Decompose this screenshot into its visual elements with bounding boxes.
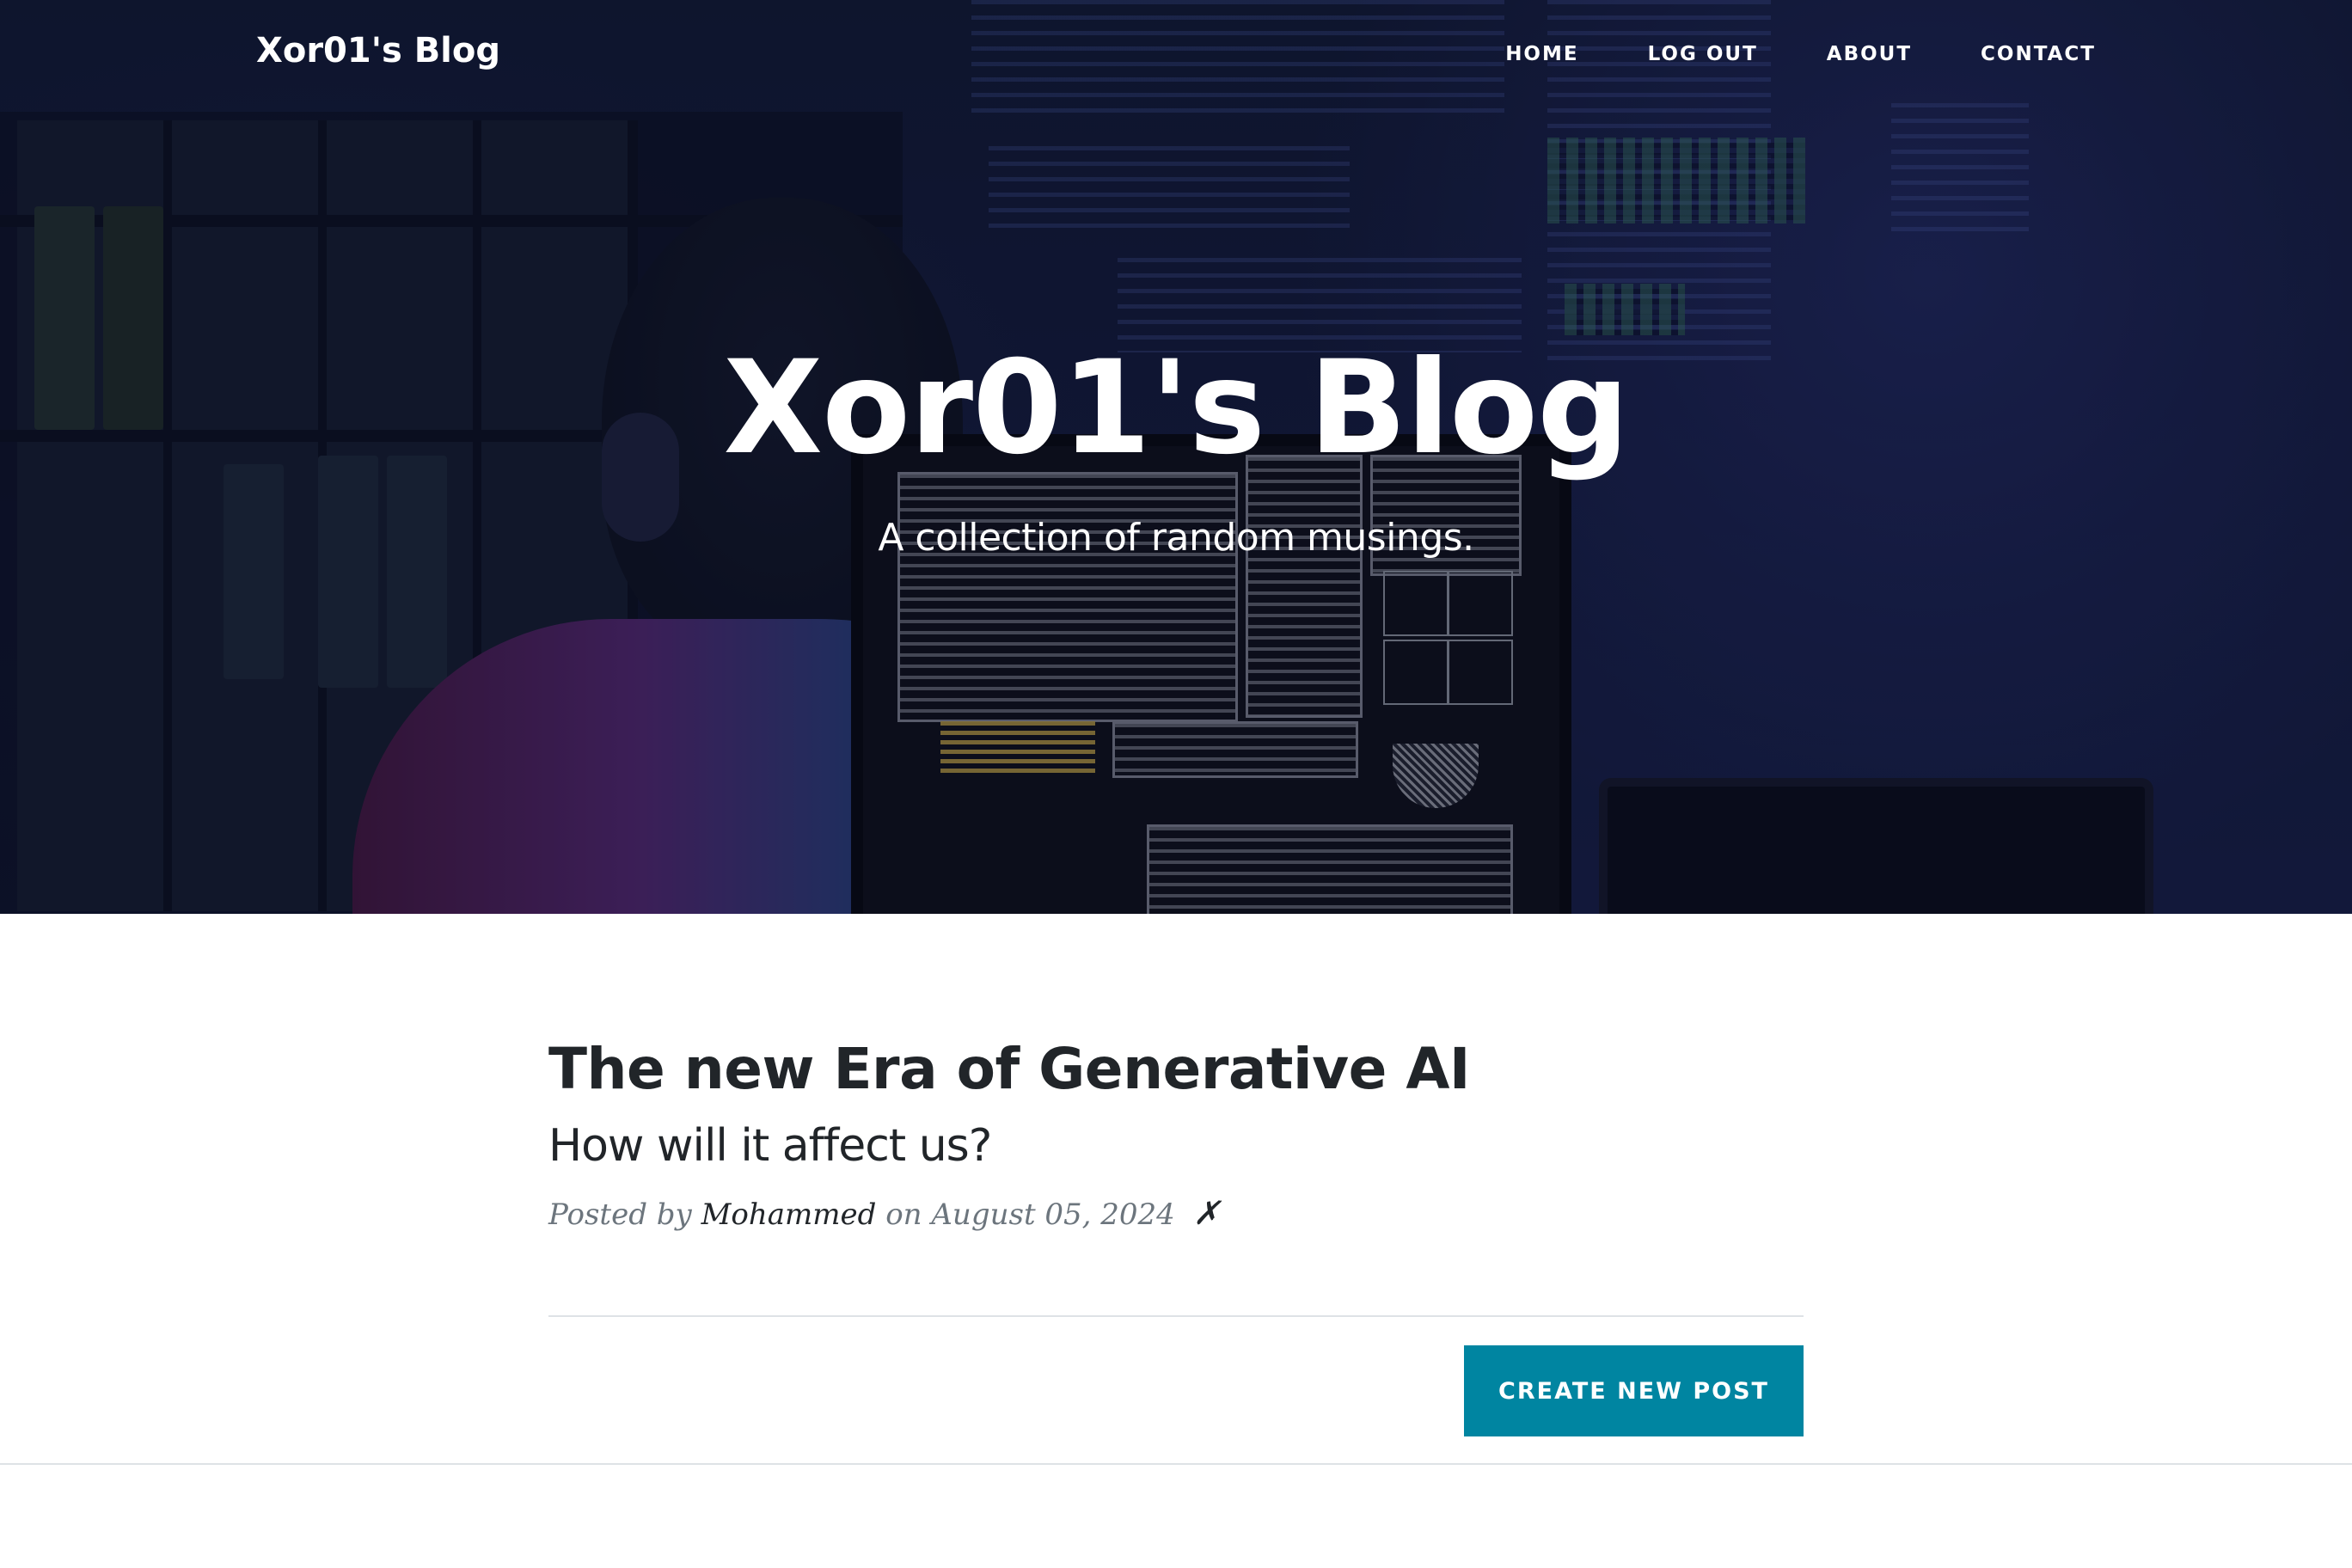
post-meta: Posted by Mohammed on August 05, 2024 ✗ [548,1194,1804,1232]
masthead: Xor01's Blog HOME LOG OUT ABOUT CONTACT … [0,0,2352,914]
footer-divider [0,1463,2352,1465]
post-preview: The new Era of Generative AI How will it… [548,1038,1804,1232]
navbar-brand[interactable]: Xor01's Blog [256,31,500,70]
nav-link-log-out[interactable]: LOG OUT [1648,43,1758,65]
post-title[interactable]: The new Era of Generative AI [548,1038,1804,1101]
nav-link-contact[interactable]: CONTACT [1981,43,2096,65]
navbar: Xor01's Blog HOME LOG OUT ABOUT CONTACT [0,0,2352,112]
delete-post-icon[interactable]: ✗ [1193,1194,1221,1232]
nav-link-about[interactable]: ABOUT [1827,43,1912,65]
post-meta-prefix: Posted by [548,1197,692,1232]
post-author-link[interactable]: Mohammed [701,1197,877,1232]
post-date: on August 05, 2024 [885,1197,1175,1232]
nav-links: HOME LOG OUT ABOUT CONTACT [1505,43,2096,65]
site-heading: Xor01's Blog A collection of random musi… [0,344,2352,560]
hero-subtitle: A collection of random musings. [878,516,1474,560]
post-divider [548,1315,1804,1317]
create-new-post-button[interactable]: CREATE NEW POST [1464,1345,1804,1436]
post-subtitle[interactable]: How will it affect us? [548,1120,1804,1172]
nav-link-home[interactable]: HOME [1505,43,1578,65]
hero-title: Xor01's Blog [723,334,1629,483]
